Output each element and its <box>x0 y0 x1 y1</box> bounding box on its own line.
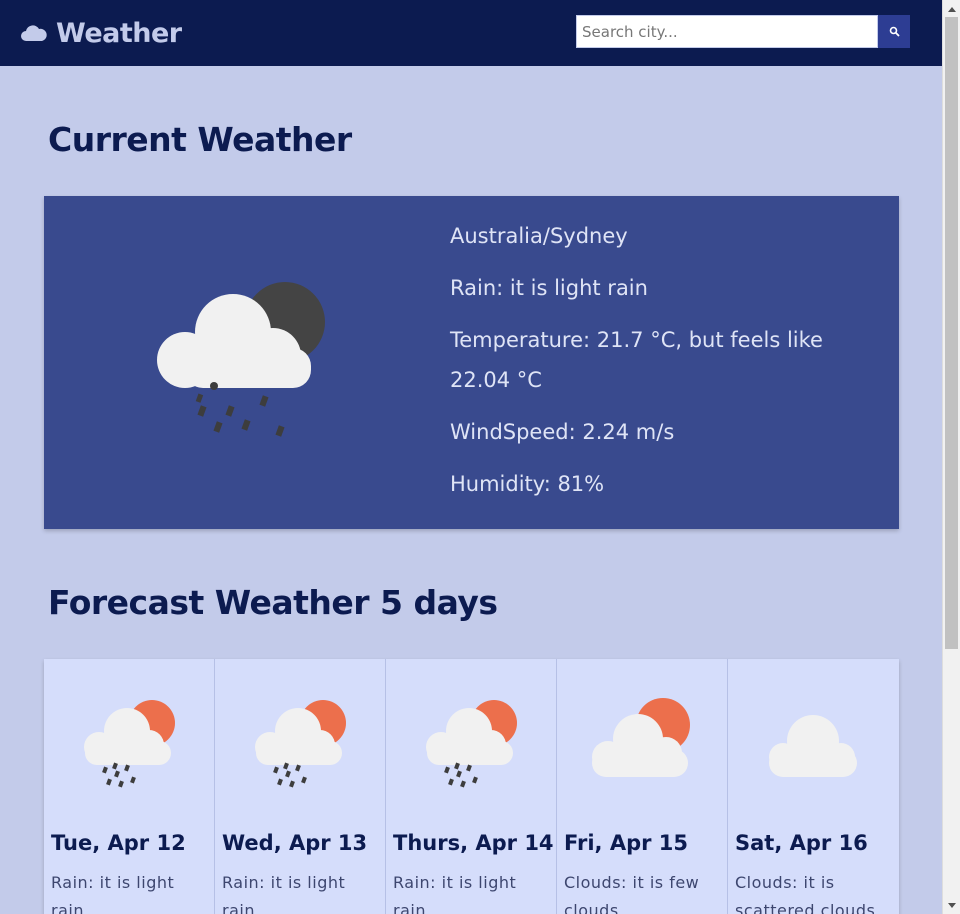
forecast-date: Sat, Apr 16 <box>735 831 868 855</box>
arrow-up-icon <box>948 6 956 12</box>
cloud-icon <box>21 25 47 41</box>
location-text: Australia/Sydney <box>450 224 628 248</box>
forecast-description: Rain: it is light rain <box>393 873 517 914</box>
forecast-list: Tue, Apr 12 Rain: it is light rain Wed, <box>44 659 899 914</box>
forecast-date: Tue, Apr 12 <box>51 831 186 855</box>
cloud-sun-icon <box>592 698 690 777</box>
rain-cloud-night-icon <box>157 282 325 437</box>
forecast-card: Wed, Apr 13 Rain: it is light rain <box>215 659 386 914</box>
scrollbar-thumb[interactable] <box>945 17 958 649</box>
forecast-description: Rain: it is light rain <box>222 873 346 914</box>
forecast-description: Clouds: it is few clouds <box>564 873 700 914</box>
current-weather-details: Australia/Sydney Rain: it is light rain … <box>450 216 870 516</box>
wind-text: WindSpeed: 2.24 m/s <box>450 420 675 444</box>
current-weather-title: Current Weather <box>48 120 352 159</box>
rain-cloud-sun-icon <box>84 700 175 788</box>
forecast-card: Tue, Apr 12 Rain: it is light rain <box>44 659 215 914</box>
search-button[interactable] <box>878 15 910 48</box>
humidity-text: Humidity: 81% <box>450 472 605 496</box>
rain-cloud-sun-icon <box>255 700 346 788</box>
search-icon <box>889 26 900 37</box>
cloud-icon <box>769 715 857 777</box>
brand[interactable]: Weather <box>20 14 182 52</box>
forecast-title: Forecast Weather 5 days <box>48 583 498 622</box>
current-weather-card: Australia/Sydney Rain: it is light rain … <box>44 196 899 529</box>
search-input[interactable] <box>576 15 878 48</box>
arrow-down-icon <box>948 902 956 908</box>
forecast-description: Rain: it is light rain <box>51 873 175 914</box>
navbar: Weather <box>0 0 942 66</box>
forecast-date: Fri, Apr 15 <box>564 831 689 855</box>
vertical-scrollbar[interactable] <box>942 0 960 914</box>
forecast-card: Sat, Apr 16 Clouds: it is scattered clou… <box>728 659 899 914</box>
condition-text: Rain: it is light rain <box>450 276 648 300</box>
forecast-date: Thurs, Apr 14 <box>393 831 554 855</box>
forecast-card: Thurs, Apr 14 Rain: it is light rain <box>386 659 557 914</box>
forecast-card: Fri, Apr 15 Clouds: it is few clouds <box>557 659 728 914</box>
temperature-text: Temperature: 21.7 °C, but feels like 22.… <box>450 320 870 400</box>
forecast-description: Clouds: it is scattered clouds <box>735 873 876 914</box>
forecast-date: Wed, Apr 13 <box>222 831 368 855</box>
scroll-up-button[interactable] <box>943 0 960 17</box>
scroll-down-button[interactable] <box>943 897 960 914</box>
rain-cloud-sun-icon <box>426 700 517 788</box>
temperature-line-2: 22.04 °C <box>450 368 542 392</box>
temperature-line-1: Temperature: 21.7 °C, but feels like <box>450 328 823 352</box>
brand-title: Weather <box>56 17 182 49</box>
